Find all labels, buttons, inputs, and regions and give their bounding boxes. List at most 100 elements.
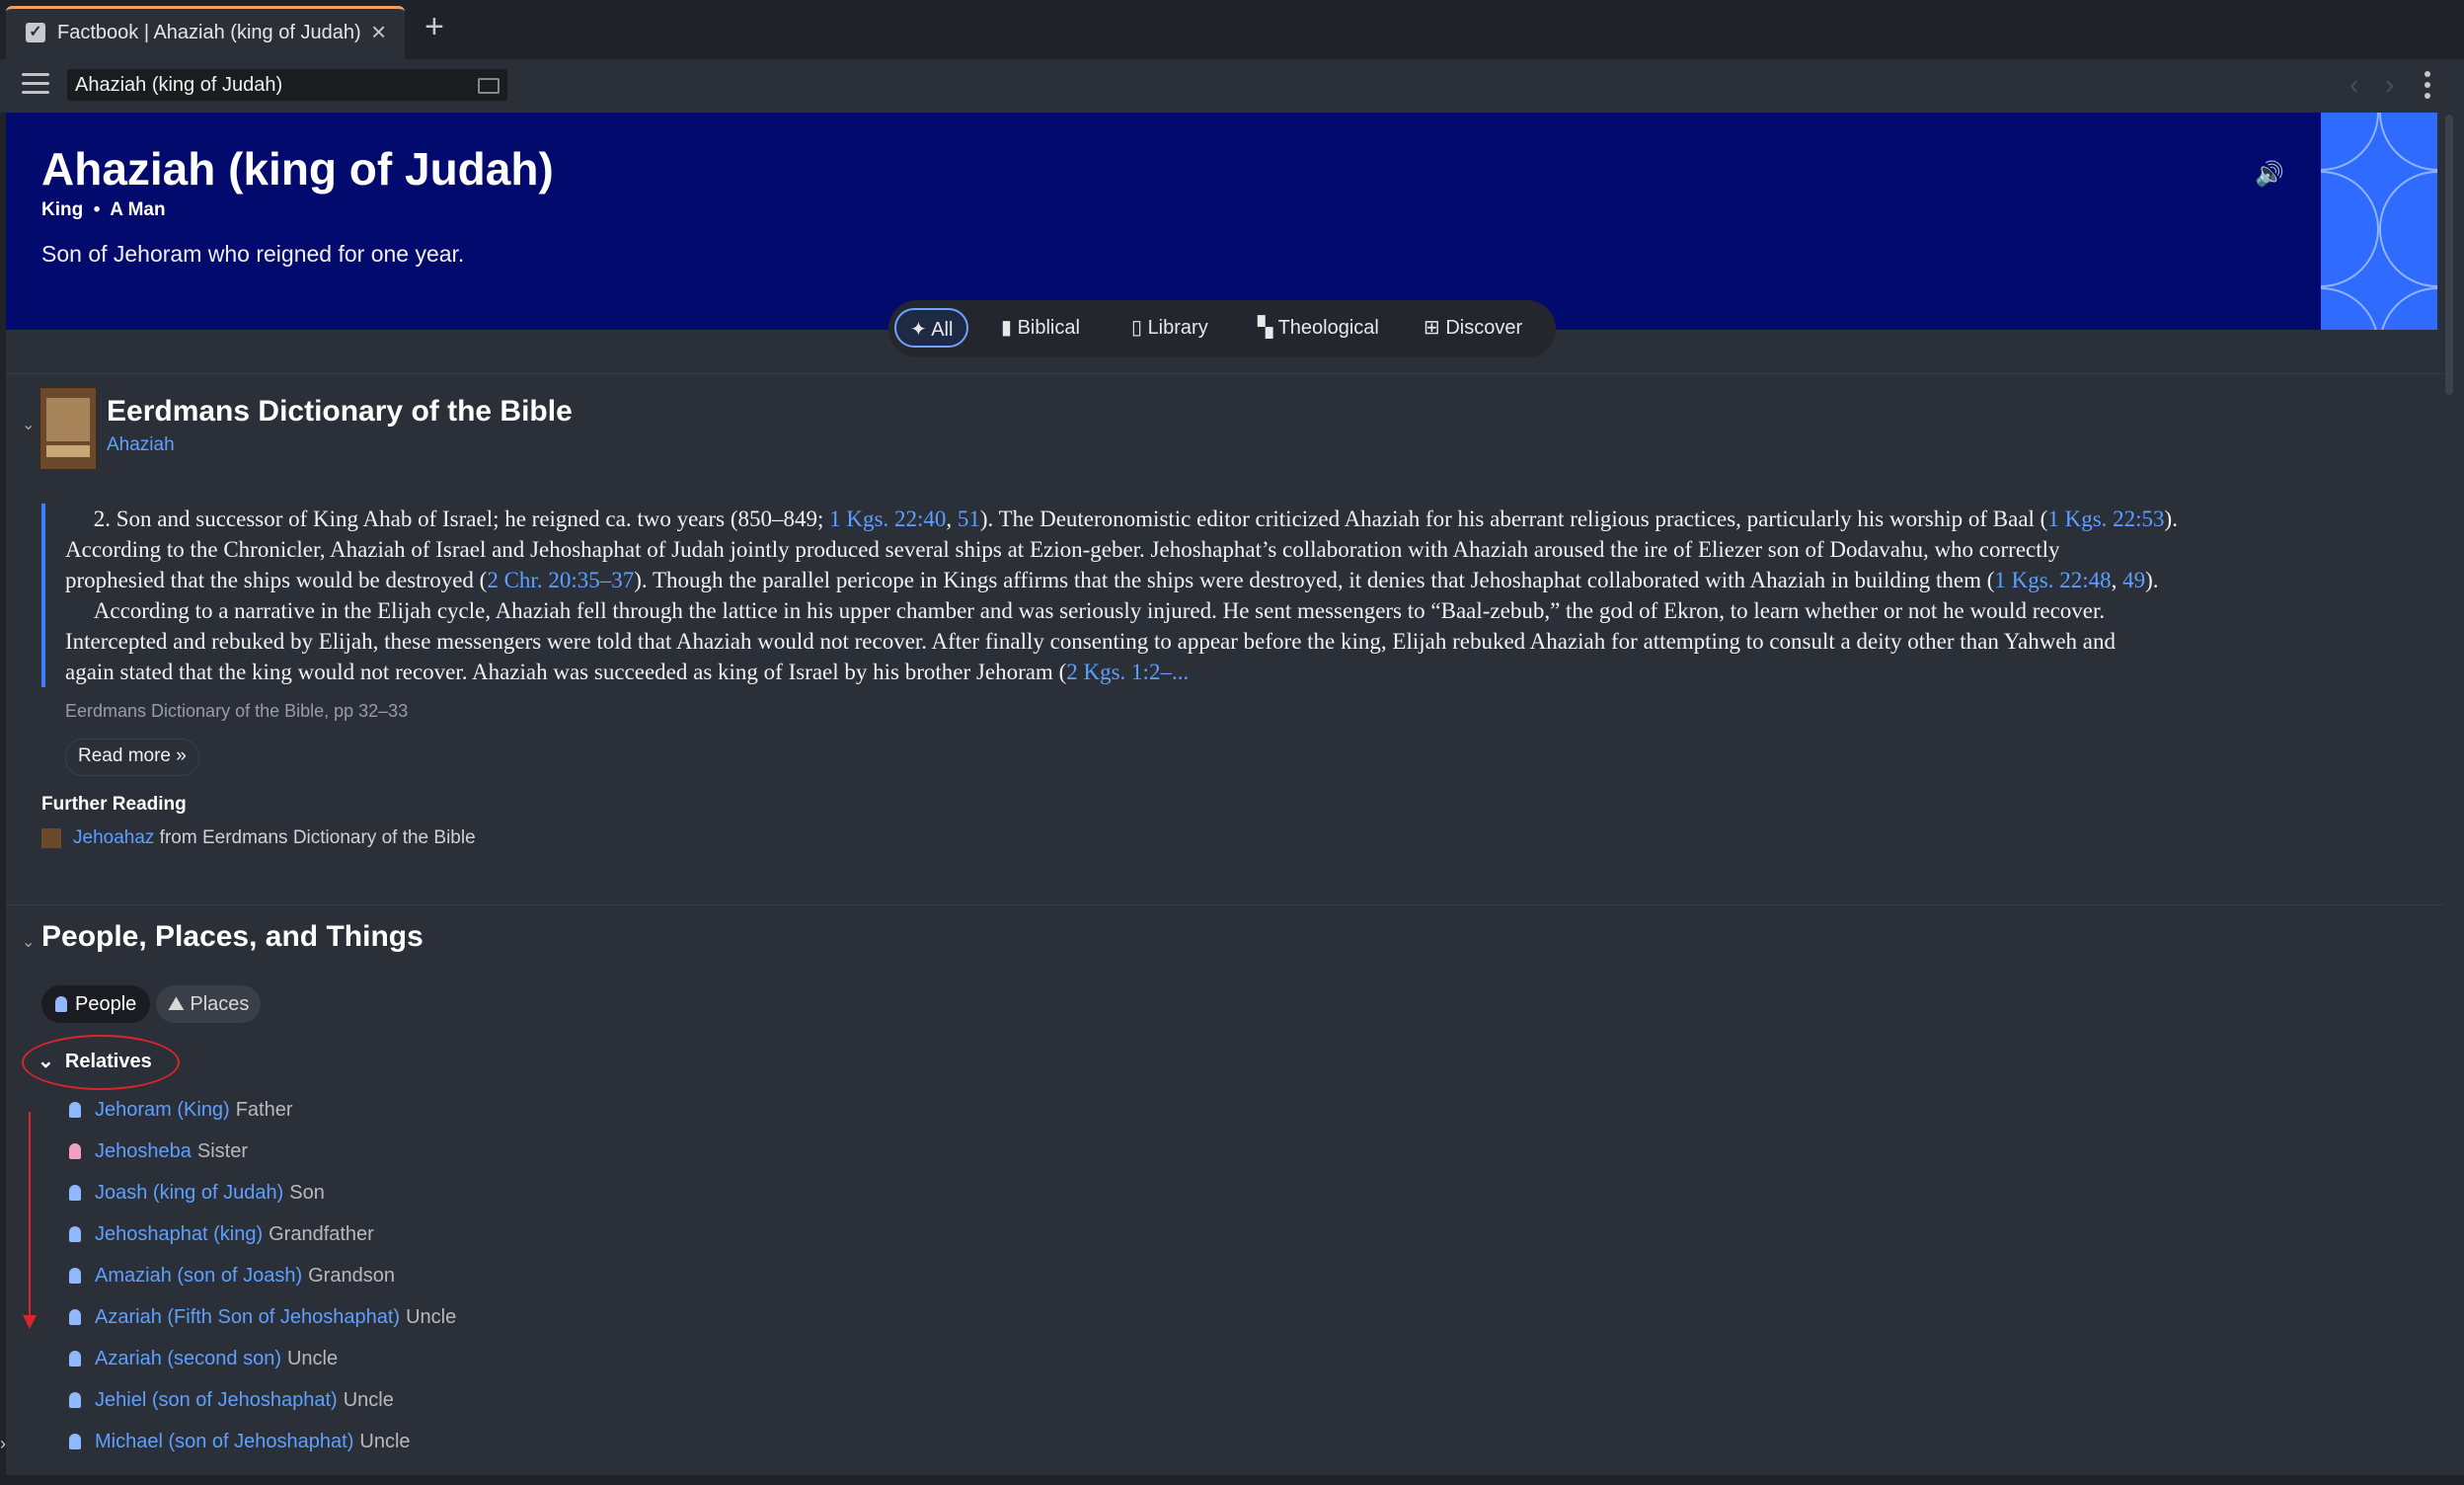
person-icon [69,1226,81,1242]
more-options-icon[interactable] [2425,71,2432,104]
browser-tab[interactable]: ✓ Factbook | Ahaziah (king of Judah) × [6,6,405,59]
person-icon [69,1268,81,1284]
checkbox-icon: ✓ [26,23,45,42]
filter-chips: ✦ All ▮ Biblical ▯ Library ▚ Theological… [888,300,1556,357]
relation: Father [235,1099,293,1121]
scripture-link[interactable]: 2 Kgs. 1:2–... [1066,660,1189,684]
keyboard-icon[interactable] [478,78,500,94]
filter-label: Library [1147,317,1208,339]
person-icon [69,1392,81,1408]
relative-link[interactable]: Azariah (Fifth Son of Jehoshaphat) [95,1306,400,1328]
list-item: Joash (king of Judah) Son [69,1179,456,1220]
scripture-link[interactable]: 51 [958,507,980,531]
tab-title: Factbook | Ahaziah (king of Judah) [57,22,361,43]
person-icon [69,1143,81,1159]
list-item: Azariah (Fifth Son of Jehoshaphat) Uncle [69,1303,456,1345]
filter-label: Theological [1277,317,1379,339]
relative-link[interactable]: Jehoram (King) [95,1099,230,1121]
people-tab[interactable]: People [41,985,151,1023]
person-icon [69,1185,81,1201]
further-reading-item: Jehoahaz from Eerdmans Dictionary of the… [41,827,476,849]
list-item: Jehoram (King) Father [69,1096,456,1137]
scripture-link[interactable]: 1 Kgs. 22:48 [1994,568,2111,592]
paragraph-line: According to a narrative in the Elijah c… [93,598,2106,623]
person-icon [69,1351,81,1367]
filter-label: Biblical [1017,317,1080,339]
collapse-chevron-icon[interactable]: ⌄ [22,932,35,952]
annotation-arrow-line [29,1112,31,1319]
discover-icon: ⊞ [1424,317,1446,339]
collapse-chevron-icon[interactable]: ⌄ [22,415,35,434]
header-artwork [2321,113,2437,330]
relation: Grandfather [269,1223,374,1245]
relative-link[interactable]: Azariah (second son) [95,1348,281,1369]
address-input[interactable]: Ahaziah (king of Judah) [67,69,507,101]
factbook-header: Ahaziah (king of Judah) King • A Man Son… [6,113,2321,330]
sidebar-expand-icon[interactable]: › [0,1434,6,1454]
bottom-bar [0,1475,2464,1485]
bullet-separator: • [88,199,106,220]
list-item: Azariah (second son) Uncle [69,1345,456,1386]
tab-label: People [75,993,137,1015]
relative-link[interactable]: Michael (son of Jehoshaphat) [95,1431,353,1452]
relatives-list: Jehoram (King) Father Jehosheba Sister Joa… [69,1096,456,1469]
entity-category: A Man [110,199,166,220]
speaker-icon[interactable]: 🔊 [2255,160,2284,189]
divider [6,904,2444,905]
close-icon[interactable]: × [371,17,386,47]
page-title: Ahaziah (king of Judah) [41,143,554,195]
further-reading-heading: Further Reading [41,794,187,815]
paragraph-line: again stated that the king would not rec… [65,660,1190,684]
blocks-icon: ▚ [1258,317,1278,339]
entity-type: King [41,199,84,220]
article-excerpt: 2. Son and successor of King Ahab of Isr… [41,504,2434,687]
scripture-link[interactable]: 1 Kgs. 22:53 [2047,507,2164,531]
further-reading-source: from Eerdmans Dictionary of the Bible [154,827,476,848]
relative-link[interactable]: Jehoshaphat (king) [95,1223,263,1245]
header-subtitle: King • A Man [41,199,166,221]
list-item: Jehoshaphat (king) Grandfather [69,1220,456,1262]
person-icon [55,996,67,1012]
annotation-oval [22,1035,180,1090]
places-tab[interactable]: ⛰ Places [156,985,262,1023]
filter-theological[interactable]: ▚ Theological [1258,308,1379,348]
filter-all[interactable]: ✦ All [894,308,969,348]
divider [6,373,2444,374]
paragraph-line: Intercepted and rebuked by Elijah, these… [65,629,2117,654]
new-tab-icon[interactable]: + [424,10,444,43]
list-item: Amaziah (son of Joash) Grandson [69,1262,456,1303]
tab-label: Places [190,993,250,1015]
filter-biblical[interactable]: ▮ Biblical [1001,308,1080,348]
list-item: Jehosheba Sister [69,1137,456,1179]
header-description: Son of Jehoram who reigned for one year. [41,241,465,267]
relation: Uncle [286,1348,339,1369]
filter-label: Discover [1445,317,1523,339]
hamburger-menu-icon[interactable] [22,73,49,95]
person-icon [69,1309,81,1325]
book-icon: ▯ [1131,317,1148,339]
scrollbar[interactable] [2445,115,2453,395]
scripture-link[interactable]: 2 Chr. 20:35–37 [487,568,634,592]
scripture-link[interactable]: 1 Kgs. 22:40 [829,507,946,531]
relation: Grandson [308,1265,395,1287]
forward-arrow-icon[interactable]: › [2385,69,2394,101]
relative-link[interactable]: Jehosheba [95,1140,192,1162]
person-icon [69,1102,81,1118]
relative-link[interactable]: Joash (king of Judah) [95,1182,283,1204]
filter-discover[interactable]: ⊞ Discover [1424,308,1522,348]
relative-link[interactable]: Jehiel (son of Jehoshaphat) [95,1389,338,1411]
further-reading-link[interactable]: Jehoahaz [73,827,154,848]
book-title: Eerdmans Dictionary of the Bible [107,395,573,428]
relative-link[interactable]: Amaziah (son of Joash) [95,1265,302,1287]
filter-library[interactable]: ▯ Library [1131,308,1208,348]
person-icon [69,1434,81,1449]
tab-bar: ✓ Factbook | Ahaziah (king of Judah) × + [0,0,2464,59]
back-arrow-icon[interactable]: ‹ [2349,69,2358,101]
scripture-link[interactable]: 49 [2122,568,2145,592]
bookmark-icon: ▮ [1001,317,1018,339]
read-more-button[interactable]: Read more » [65,739,199,776]
article-link[interactable]: Ahaziah [107,434,175,456]
address-text: Ahaziah (king of Judah) [75,74,283,96]
relation: Uncle [359,1431,411,1452]
book-thumbnail [41,827,61,848]
